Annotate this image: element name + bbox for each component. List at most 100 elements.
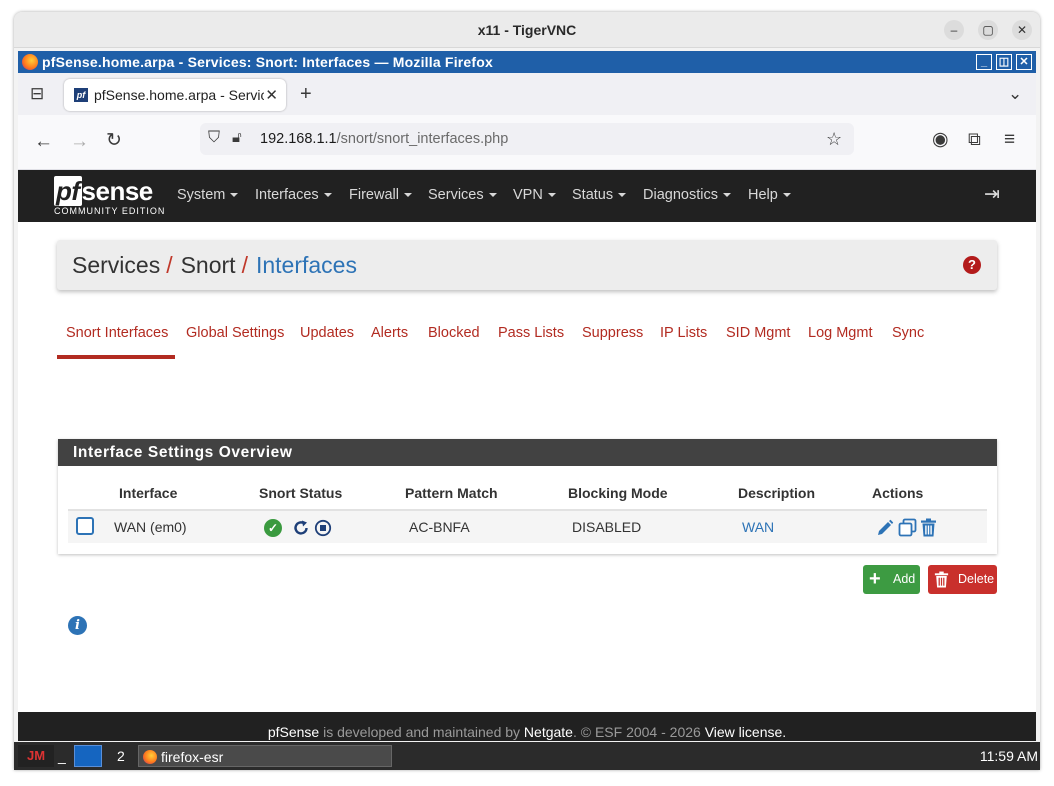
copy-icon[interactable] bbox=[898, 518, 917, 537]
forward-icon[interactable]: → bbox=[70, 132, 89, 151]
menu-help[interactable]: Help bbox=[748, 187, 791, 203]
account-icon[interactable]: ◉ bbox=[932, 130, 949, 149]
vnc-window: x11 - TigerVNC – ▢ ✕ pfSense.home.arpa -… bbox=[14, 12, 1040, 770]
browser-tab[interactable]: pf pfSense.home.arpa - Services: Snort: … bbox=[64, 79, 286, 111]
logo-edition: COMMUNITY EDITION bbox=[54, 206, 166, 216]
taskbar: JM _ 2 firefox-esr 11:59 AM bbox=[14, 742, 1040, 770]
caret-down-icon bbox=[230, 193, 239, 198]
clock: 11:59 AM bbox=[979, 748, 1038, 764]
workspace-1[interactable] bbox=[74, 745, 102, 767]
footer-text: is developed and maintained by bbox=[319, 724, 524, 740]
restart-icon[interactable] bbox=[292, 519, 310, 537]
tab-pass-lists[interactable]: Pass Lists bbox=[498, 325, 564, 341]
menu-vpn-label: VPN bbox=[513, 187, 543, 203]
tab-alerts[interactable]: Alerts bbox=[371, 325, 408, 341]
stop-icon[interactable] bbox=[314, 519, 332, 537]
logout-icon[interactable]: ⇥ bbox=[984, 185, 1000, 204]
add-button[interactable]: + Add bbox=[863, 565, 920, 594]
shield-icon[interactable]: ⛉ bbox=[208, 130, 220, 146]
url-bar[interactable]: ⛉ 🔓︎ 192.168.1.1/snort/snort_interfaces.… bbox=[200, 123, 854, 155]
help-icon[interactable]: ? bbox=[963, 256, 981, 274]
row-interface: WAN (em0) bbox=[114, 519, 187, 535]
tab-close-icon[interactable]: ✕ bbox=[265, 86, 278, 104]
start-menu-icon[interactable]: JM bbox=[18, 745, 54, 767]
menu-services[interactable]: Services bbox=[428, 187, 497, 203]
url-text[interactable]: 192.168.1.1/snort/snort_interfaces.php bbox=[260, 131, 508, 147]
menu-firewall[interactable]: Firewall bbox=[349, 187, 412, 203]
bookmark-star-icon[interactable]: ☆ bbox=[826, 130, 842, 148]
vnc-title: x11 - TigerVNC bbox=[477, 22, 577, 38]
row-description[interactable]: WAN bbox=[742, 519, 774, 535]
col-description: Description bbox=[738, 485, 816, 501]
trash-icon[interactable] bbox=[920, 518, 937, 537]
window-minimize-icon[interactable]: _ bbox=[976, 54, 992, 70]
breadcrumb-interfaces[interactable]: Interfaces bbox=[256, 252, 357, 278]
url-host: 192.168.1.1 bbox=[260, 131, 337, 147]
col-snort-status: Snort Status bbox=[259, 485, 343, 501]
caret-down-icon bbox=[618, 193, 627, 198]
vnc-titlebar: x11 - TigerVNC – ▢ ✕ bbox=[14, 12, 1040, 48]
col-actions: Actions bbox=[872, 485, 924, 501]
menu-diagnostics[interactable]: Diagnostics bbox=[643, 187, 731, 203]
window-close-icon[interactable]: ✕ bbox=[1016, 54, 1032, 70]
collections-icon[interactable]: ⊟ bbox=[30, 85, 44, 102]
pfsense-logo[interactable]: pfsense COMMUNITY EDITION bbox=[54, 176, 166, 216]
status-running-check-icon: ✓ bbox=[264, 519, 282, 537]
menu-status[interactable]: Status bbox=[572, 187, 627, 203]
minimize-icon[interactable]: – bbox=[944, 20, 964, 40]
tab-ip-lists[interactable]: IP Lists bbox=[660, 325, 707, 341]
footer-company[interactable]: Netgate bbox=[524, 724, 573, 740]
tab-snort-interfaces[interactable]: Snort Interfaces bbox=[66, 325, 168, 341]
tab-global-settings[interactable]: Global Settings bbox=[186, 325, 284, 341]
footer-brand[interactable]: pfSense bbox=[268, 724, 319, 740]
reload-icon[interactable]: ↻ bbox=[106, 131, 122, 150]
tab-sync[interactable]: Sync bbox=[892, 325, 924, 341]
active-tab-indicator bbox=[57, 355, 175, 359]
url-path: /snort/snort_interfaces.php bbox=[336, 131, 509, 147]
tab-list-chevron-down-icon[interactable]: ⌄ bbox=[1008, 85, 1022, 102]
delete-button[interactable]: Delete bbox=[928, 565, 997, 594]
caret-down-icon bbox=[782, 193, 791, 198]
menu-interfaces[interactable]: Interfaces bbox=[255, 187, 332, 203]
row-select-checkbox[interactable] bbox=[76, 517, 94, 535]
pfsense-favicon-icon: pf bbox=[74, 88, 88, 102]
menu-system[interactable]: System bbox=[177, 187, 239, 203]
row-pattern-match: AC-BNFA bbox=[409, 519, 470, 535]
firefox-logo-icon bbox=[143, 750, 157, 764]
col-interface: Interface bbox=[119, 485, 178, 501]
logo-pf: pf bbox=[54, 176, 82, 206]
navigation-toolbar: ← → ↻ ⛉ 🔓︎ 192.168.1.1/snort/snort_inter… bbox=[18, 115, 1036, 170]
menu-help-label: Help bbox=[748, 187, 778, 203]
menu-interfaces-label: Interfaces bbox=[255, 187, 319, 203]
show-desktop-icon[interactable]: _ bbox=[58, 745, 70, 767]
window-restore-icon[interactable]: ◫ bbox=[996, 54, 1012, 70]
breadcrumb-services[interactable]: Services bbox=[72, 252, 160, 278]
new-tab-icon[interactable]: + bbox=[300, 84, 312, 104]
menu-vpn[interactable]: VPN bbox=[513, 187, 556, 203]
footer-license-link[interactable]: View license. bbox=[705, 724, 786, 740]
breadcrumb: Services / Snort / Interfaces ? bbox=[57, 240, 997, 290]
tab-title: pfSense.home.arpa - Services: Snort: Int… bbox=[94, 87, 264, 103]
tab-updates[interactable]: Updates bbox=[300, 325, 354, 341]
firefox-logo-icon bbox=[22, 54, 38, 70]
delete-button-label: Delete bbox=[958, 572, 995, 586]
lock-icon[interactable]: 🔓︎ bbox=[232, 130, 242, 145]
tab-blocked[interactable]: Blocked bbox=[428, 325, 480, 341]
close-icon[interactable]: ✕ bbox=[1012, 20, 1032, 40]
back-icon[interactable]: ← bbox=[34, 132, 53, 151]
app-menu-icon[interactable]: ≡ bbox=[1004, 130, 1015, 149]
caret-down-icon bbox=[323, 193, 332, 198]
workspace-2[interactable]: 2 bbox=[117, 745, 129, 767]
tab-sid-mgmt[interactable]: SID Mgmt bbox=[726, 325, 790, 341]
caret-down-icon bbox=[547, 193, 556, 198]
edit-pencil-icon[interactable] bbox=[876, 519, 894, 537]
taskbar-firefox-button[interactable]: firefox-esr bbox=[138, 745, 392, 767]
breadcrumb-snort[interactable]: Snort bbox=[181, 252, 236, 278]
extensions-icon[interactable]: ⧉ bbox=[968, 130, 981, 148]
caret-down-icon bbox=[403, 193, 412, 198]
menu-services-label: Services bbox=[428, 187, 484, 203]
tab-suppress[interactable]: Suppress bbox=[582, 325, 643, 341]
maximize-icon[interactable]: ▢ bbox=[978, 20, 998, 40]
info-icon[interactable]: i bbox=[68, 616, 87, 635]
tab-log-mgmt[interactable]: Log Mgmt bbox=[808, 325, 872, 341]
